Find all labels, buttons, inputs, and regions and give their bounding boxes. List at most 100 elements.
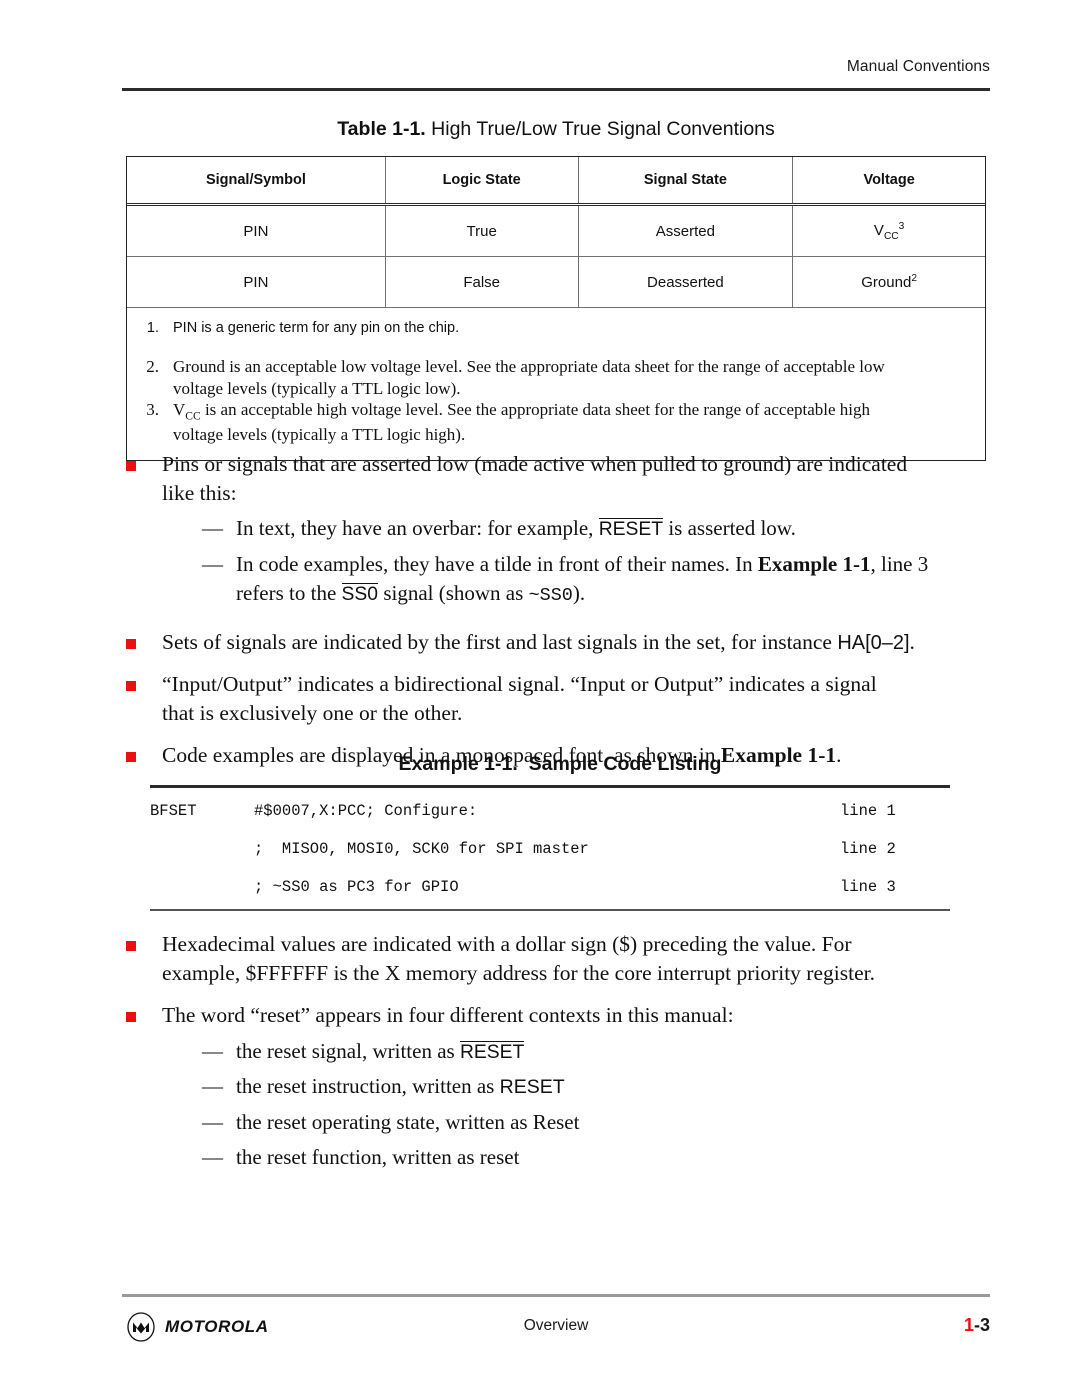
footnote-text: PIN is a generic term for any pin on the… [173, 320, 460, 336]
voltage-base: V [873, 221, 884, 239]
footnote-line-2: voltage levels (typically a TTL logic hi… [173, 425, 466, 445]
footnote-item: 1. PIN is a generic term for any pin on … [127, 318, 985, 340]
example-caption: Example 1-1. Sample Code Listing [126, 753, 994, 776]
dash-text: In text, they have an overbar: for examp… [236, 514, 994, 543]
voltage-footnote-ref: 2 [911, 273, 917, 284]
table-footnotes-row: 1. PIN is a generic term for any pin on … [127, 308, 985, 461]
instruction-reset: RESET [499, 1076, 565, 1099]
code-line: BFSET #$0007,X:PCC; Configure: line 1 [150, 802, 950, 840]
signal-conventions-table: Signal/Symbol Logic State Signal State V… [126, 156, 986, 462]
table-footnotes-cell: 1. PIN is a generic term for any pin on … [127, 308, 985, 461]
code-line: ; MISO0, MOSI0, SCK0 for SPI master line… [150, 840, 950, 878]
em-dash-marker: — [202, 1145, 223, 1170]
voltage-base: Ground [861, 274, 912, 291]
page-number: 1-3 [964, 1315, 990, 1336]
bullet-text: Pins or signals that are asserted low (m… [162, 450, 994, 615]
cell-signal-symbol: PIN [127, 204, 386, 257]
voltage-footnote-ref: 3 [898, 220, 905, 232]
overbar-signal-reset: RESET [459, 1040, 525, 1063]
bullet-text: Hexadecimal values are indicated with a … [162, 930, 994, 988]
dash-text: the reset signal, written as RESET [236, 1037, 994, 1066]
overbar-signal-reset: RESET [598, 518, 664, 541]
column-header-voltage: Voltage [792, 157, 985, 206]
bullet-square-icon [126, 670, 162, 728]
table-caption-title: High True/Low True Signal Conventions [431, 118, 775, 140]
cell-voltage: Ground2 [792, 256, 985, 308]
code-line-number: line 1 [840, 802, 896, 820]
footnote-text: VCC is an acceptable high voltage level.… [173, 399, 985, 446]
dash-text: the reset instruction, written as RESET [236, 1072, 994, 1101]
dash-text: In code examples, they have a tilde in f… [236, 550, 994, 608]
em-dash-marker: — [202, 1109, 223, 1134]
overbar-signal-ss0: SS0 [341, 582, 379, 605]
cell-signal-state: Deasserted [577, 256, 794, 308]
signal-set-notation: HA[0–2] [837, 631, 910, 654]
dash-text-pre: In code examples, they have a tilde in f… [236, 552, 758, 577]
bullet-item: The word “reset” appears in four differe… [126, 1001, 994, 1178]
dash-item: — In code examples, they have a tilde in… [202, 550, 994, 608]
conventions-bullet-list-lower: Hexadecimal values are indicated with a … [126, 930, 994, 1192]
dash-line2-pre: refers to the [236, 580, 342, 605]
bullet-text: The word “reset” appears in four differe… [162, 1001, 994, 1178]
footnote-number: 2. [146, 356, 159, 376]
bullet-line-1: “Input/Output” indicates a bidirectional… [162, 671, 877, 696]
column-header-signal-state: Signal State [577, 157, 794, 206]
page-chapter-number: 1 [963, 1315, 974, 1335]
cell-voltage: VCC3 [792, 204, 985, 257]
footnote-text: Ground is an acceptable low voltage leve… [173, 356, 985, 400]
example-rule-bottom [150, 909, 950, 912]
dash-text: the reset function, written as reset [236, 1145, 520, 1170]
bullet-line-1: Hexadecimal values are indicated with a … [162, 932, 852, 956]
column-header-signal-symbol: Signal/Symbol [127, 157, 386, 206]
sub-dash-list: — In text, they have an overbar: for exa… [202, 514, 994, 607]
code-operand: #$0007,X:PCC; Configure: [254, 802, 478, 820]
running-header: Manual Conventions [846, 58, 990, 75]
example-caption-title: Sample Code Listing [528, 753, 722, 775]
footnote-item: 3. VCC is an acceptable high voltage lev… [127, 399, 985, 446]
table-caption-number: Table 1-1. [337, 118, 426, 140]
bullet-square-icon [126, 1001, 162, 1178]
dash-text-mid: , line 3 [870, 552, 929, 577]
footnote-line-1: is an acceptable high voltage level. See… [200, 400, 870, 420]
bullet-text-post: . [909, 629, 915, 654]
footnote-number: 3. [146, 400, 159, 420]
footnote-item: 2. Ground is an acceptable low voltage l… [127, 356, 985, 400]
dash-line2-mid: signal (shown as [378, 580, 529, 605]
bullet-square-icon [126, 450, 162, 615]
dash-text-pre: In text, they have an overbar: for examp… [236, 516, 599, 541]
em-dash-marker: — [202, 552, 223, 577]
footnote-block: 1. PIN is a generic term for any pin on … [127, 308, 985, 460]
table-row: PIN True Asserted VCC3 [127, 204, 985, 257]
dash-text-pre: the reset instruction, written as [236, 1074, 500, 1099]
em-dash-marker: — [202, 516, 223, 541]
column-header-logic-state: Logic State [384, 157, 579, 206]
bullet-item: Hexadecimal values are indicated with a … [126, 930, 994, 988]
dash-text-post: is asserted low. [663, 516, 796, 541]
conventions-bullet-list-upper: Pins or signals that are asserted low (m… [126, 450, 994, 784]
example-reference: Example 1-1 [757, 552, 871, 577]
dash-item: — the reset instruction, written as RESE… [202, 1072, 994, 1101]
footnote-lead-subscript: CC [185, 409, 201, 423]
bullet-square-icon [126, 628, 162, 657]
bullet-item: “Input/Output” indicates a bidirectional… [126, 670, 994, 728]
voltage-subscript: CC [883, 230, 899, 242]
em-dash-marker: — [202, 1038, 223, 1063]
example-rule-top [150, 785, 950, 788]
table-row: PIN False Deasserted Ground2 [127, 256, 985, 308]
footer-section-title: Overview [523, 1317, 589, 1334]
code-signal-ss0: ~SS0 [528, 584, 573, 606]
cell-signal-state: Asserted [577, 204, 794, 257]
sub-dash-list: — the reset signal, written as RESET — t… [202, 1037, 994, 1172]
bullet-line-2: that is exclusively one or the other. [162, 701, 463, 726]
bullet-line-2: like this: [162, 481, 237, 506]
code-line-number: line 2 [840, 840, 896, 858]
dash-item: — the reset function, written as reset [202, 1143, 994, 1172]
cell-logic-state: False [384, 256, 579, 308]
code-operand: ; MISO0, MOSI0, SCK0 for SPI master [254, 840, 589, 858]
code-line-number: line 3 [840, 878, 896, 896]
example-caption-number: Example 1-1. [398, 753, 518, 775]
header-rule [122, 88, 990, 91]
document-page: Manual Conventions Table 1-1. High True/… [0, 0, 1080, 1397]
code-opcode: BFSET [150, 802, 197, 820]
dash-line2-post: ). [572, 580, 586, 605]
